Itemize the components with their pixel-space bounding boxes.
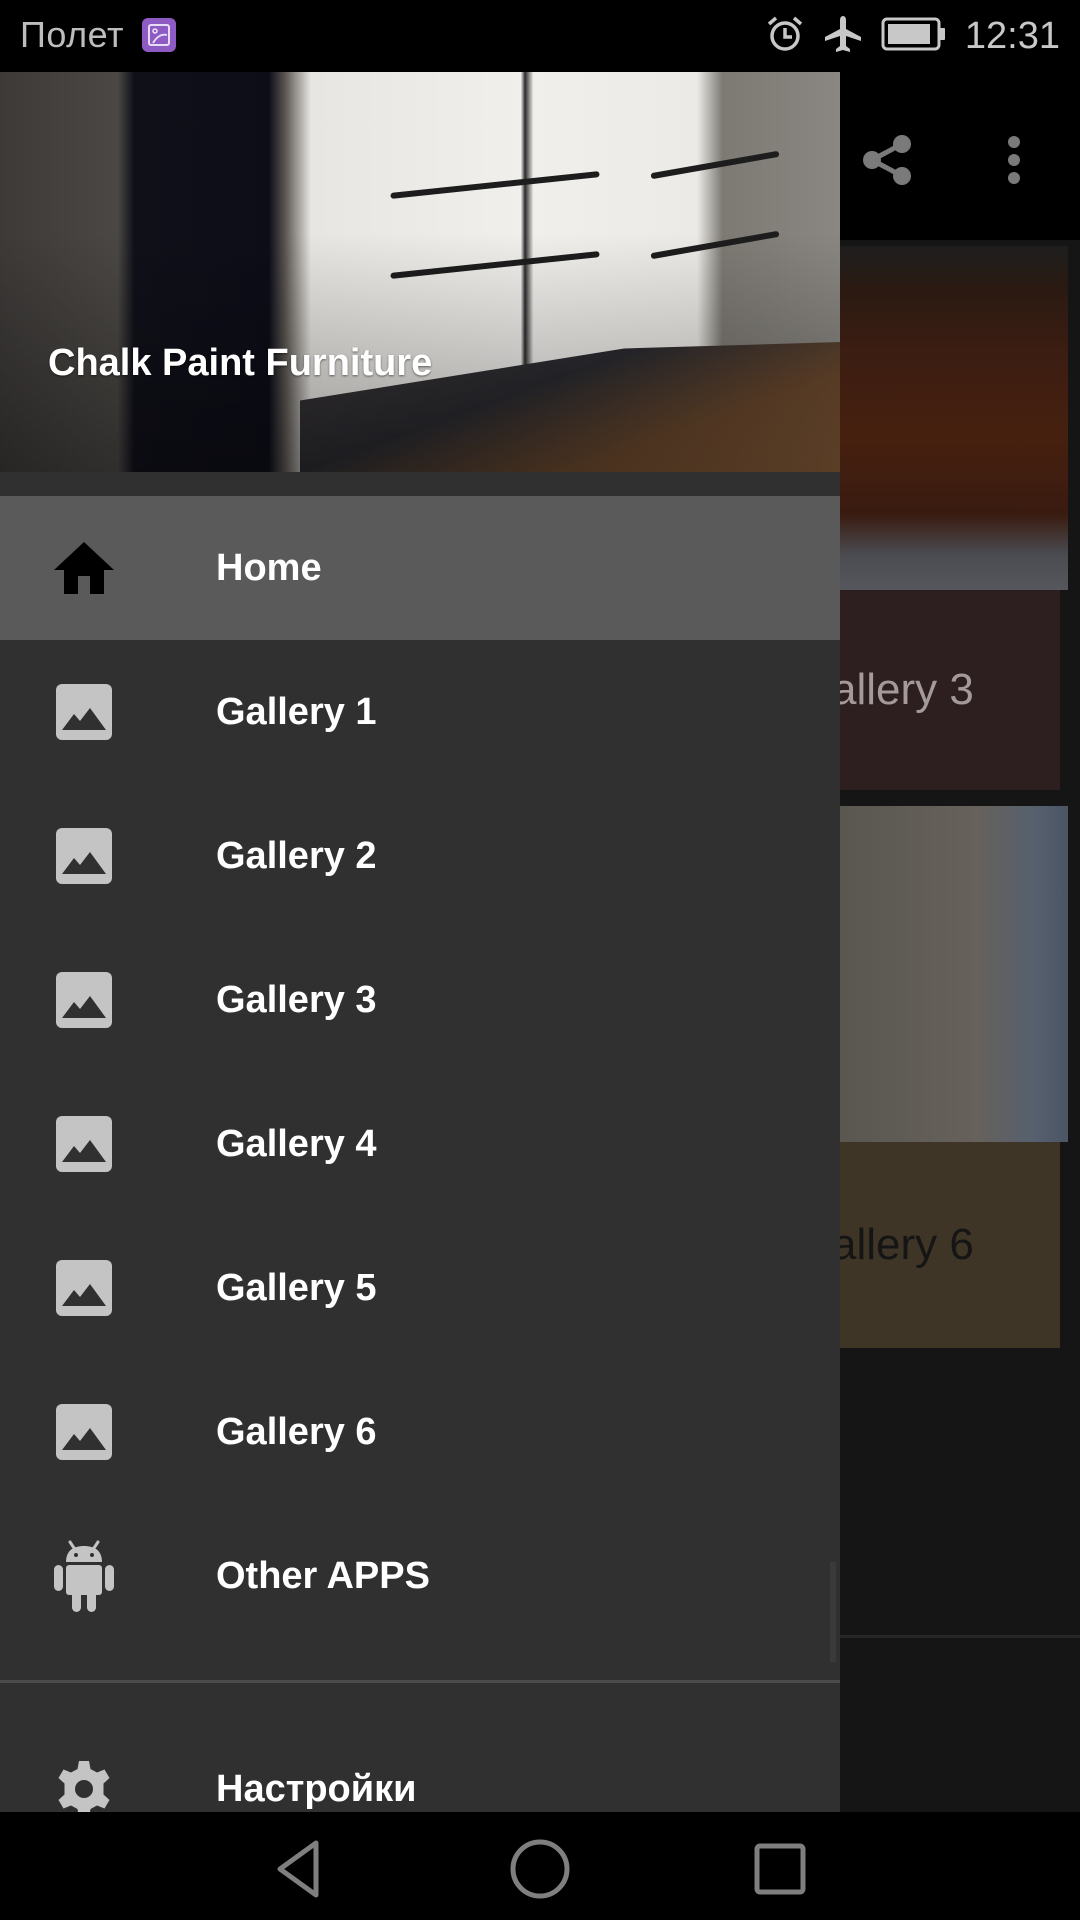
image-icon: [52, 1256, 116, 1320]
menu-item-gallery-3[interactable]: Gallery 3: [0, 928, 840, 1072]
image-icon: [52, 1112, 116, 1176]
recents-button[interactable]: [740, 1834, 820, 1904]
share-icon: [863, 135, 911, 185]
share-button[interactable]: [852, 124, 924, 196]
system-nav-bar: [0, 1812, 1080, 1920]
drawer-menu: Home Gallery 1 Gallery 2 Gallery 3 Galle: [0, 496, 840, 1812]
carrier-status-text: Полет: [20, 14, 124, 55]
drawer-scrollbar[interactable]: [830, 1562, 836, 1662]
menu-item-other-apps[interactable]: Other APPS: [0, 1504, 840, 1648]
battery-icon: [881, 16, 947, 57]
menu-item-gallery-5[interactable]: Gallery 5: [0, 1216, 840, 1360]
menu-item-label: Home: [216, 546, 322, 589]
menu-item-gallery-1[interactable]: Gallery 1: [0, 640, 840, 784]
menu-item-label: Gallery 4: [216, 1122, 377, 1165]
gallery-3-card[interactable]: allery 3: [832, 246, 1068, 790]
menu-item-label: Gallery 5: [216, 1266, 377, 1309]
home-icon: [52, 536, 116, 600]
airplane-mode-icon: [823, 14, 863, 59]
gallery-3-card-label: allery 3: [832, 590, 1060, 790]
status-right: 12:31: [765, 14, 1060, 59]
more-vert-icon: [1008, 136, 1020, 184]
menu-item-label: Gallery 6: [216, 1410, 377, 1453]
status-bar: Полет 12:31: [0, 0, 1080, 72]
status-time: 12:31: [964, 15, 1060, 57]
image-icon: [52, 824, 116, 888]
menu-divider: [0, 1680, 840, 1683]
gallery-notification-icon: [141, 18, 176, 52]
menu-item-gallery-2[interactable]: Gallery 2: [0, 784, 840, 928]
recents-square-icon: [754, 1843, 806, 1895]
gallery-3-thumbnail: [840, 246, 1068, 590]
back-triangle-icon: [277, 1840, 319, 1898]
more-options-button[interactable]: [978, 124, 1050, 196]
android-icon: [52, 1540, 116, 1612]
header-shade: [0, 72, 840, 472]
image-icon: [52, 968, 116, 1032]
menu-item-label: Other APPS: [216, 1554, 430, 1597]
image-icon: [52, 680, 116, 744]
gallery-6-card-label: allery 6: [832, 1142, 1060, 1348]
drawer-header: Chalk Paint Furniture: [0, 72, 840, 472]
gallery-6-thumbnail: [840, 806, 1068, 1142]
menu-item-gallery-4[interactable]: Gallery 4: [0, 1072, 840, 1216]
gallery-6-card[interactable]: allery 6: [832, 806, 1068, 1348]
back-button[interactable]: [260, 1834, 340, 1904]
menu-item-label: Gallery 3: [216, 978, 377, 1021]
home-circle-icon: [510, 1839, 570, 1899]
alarm-icon: [765, 14, 805, 59]
status-left: Полет: [20, 14, 176, 56]
menu-item-settings[interactable]: Настройки: [0, 1717, 840, 1812]
background-divider: [840, 1635, 1080, 1638]
menu-item-home[interactable]: Home: [0, 496, 840, 640]
settings-gear-icon: [52, 1757, 116, 1812]
home-button[interactable]: [500, 1834, 580, 1904]
menu-item-label: Настройки: [216, 1767, 417, 1810]
menu-item-gallery-6[interactable]: Gallery 6: [0, 1360, 840, 1504]
navigation-drawer: Chalk Paint Furniture Home Gallery 1 Gal…: [0, 72, 840, 1812]
drawer-title: Chalk Paint Furniture: [48, 342, 433, 384]
image-icon: [52, 1400, 116, 1464]
menu-item-label: Gallery 1: [216, 690, 377, 733]
menu-item-label: Gallery 2: [216, 834, 377, 877]
